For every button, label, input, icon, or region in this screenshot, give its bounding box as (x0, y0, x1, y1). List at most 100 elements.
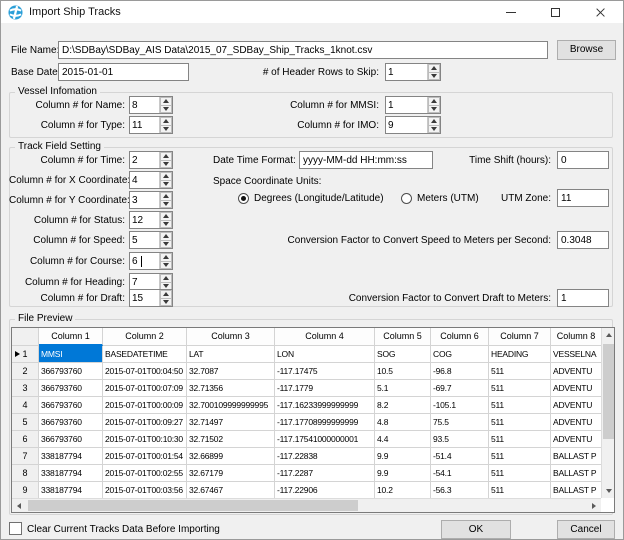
degrees-radio[interactable] (238, 193, 249, 204)
preview-cell[interactable]: 511 (489, 448, 551, 465)
preview-row-header[interactable]: 9 (12, 482, 39, 498)
preview-column-header[interactable]: Column 2 (103, 328, 187, 346)
preview-cell[interactable]: 32.71356 (187, 380, 275, 397)
preview-cell[interactable]: 366793760 (39, 414, 103, 431)
course-column-spinner[interactable] (129, 252, 173, 270)
x-column-spin-buttons[interactable] (159, 172, 172, 188)
preview-cell[interactable]: 511 (489, 363, 551, 380)
spin-up-icon[interactable] (160, 97, 172, 106)
minimize-button[interactable] (488, 1, 533, 23)
preview-cell[interactable]: 2015-07-01T00:09:27 (103, 414, 187, 431)
maximize-button[interactable] (533, 1, 578, 23)
draft-factor-input[interactable] (557, 289, 609, 307)
spin-down-icon[interactable] (160, 106, 172, 114)
spin-up-icon[interactable] (160, 152, 172, 161)
status-column-spin-buttons[interactable] (159, 212, 172, 228)
mmsi-column-spinner[interactable] (385, 96, 441, 114)
preview-cell[interactable]: -96.8 (431, 363, 489, 380)
preview-cell[interactable]: MMSI (39, 346, 103, 363)
preview-cell[interactable]: 10.5 (375, 363, 431, 380)
spin-down-icon[interactable] (160, 161, 172, 169)
preview-cell[interactable]: 338187794 (39, 465, 103, 482)
preview-row-header[interactable]: 8 (12, 465, 39, 482)
type-column-input[interactable] (130, 117, 159, 133)
horizontal-scroll-thumb[interactable] (28, 500, 358, 511)
preview-cell[interactable]: -117.1779 (275, 380, 375, 397)
spin-down-icon[interactable] (160, 262, 172, 270)
type-column-spinner[interactable] (129, 116, 173, 134)
y-column-spinner[interactable] (129, 191, 173, 209)
preview-cell[interactable]: 2015-07-01T00:01:54 (103, 448, 187, 465)
draft-column-input[interactable] (130, 290, 159, 306)
preview-cell[interactable]: 32.67179 (187, 465, 275, 482)
preview-cell[interactable]: ADVENTU (551, 363, 601, 380)
spin-down-icon[interactable] (160, 241, 172, 249)
preview-cell[interactable]: -56.3 (431, 482, 489, 498)
preview-cell[interactable]: 2015-07-01T00:00:09 (103, 397, 187, 414)
preview-cell[interactable]: -117.17475 (275, 363, 375, 380)
course-column-input[interactable] (130, 253, 159, 269)
preview-cell[interactable]: -117.22906 (275, 482, 375, 498)
spin-up-icon[interactable] (160, 212, 172, 221)
y-column-spin-buttons[interactable] (159, 192, 172, 208)
imo-column-spin-buttons[interactable] (427, 117, 440, 133)
speed-column-input[interactable] (130, 232, 159, 248)
time-shift-input[interactable] (557, 151, 609, 169)
preview-cell[interactable]: BALLAST P (551, 448, 601, 465)
preview-column-header[interactable]: Column 7 (489, 328, 551, 346)
spin-down-icon[interactable] (160, 126, 172, 134)
preview-cell[interactable]: -51.4 (431, 448, 489, 465)
spin-up-icon[interactable] (160, 290, 172, 299)
name-column-spin-buttons[interactable] (159, 97, 172, 113)
spin-down-icon[interactable] (428, 73, 440, 81)
preview-cell[interactable]: LON (275, 346, 375, 363)
preview-cell[interactable]: 32.71502 (187, 431, 275, 448)
status-column-input[interactable] (130, 212, 159, 228)
preview-cell[interactable]: BALLAST P (551, 465, 601, 482)
preview-cell[interactable]: ADVENTU (551, 397, 601, 414)
scroll-right-button[interactable] (587, 499, 601, 512)
spin-up-icon[interactable] (160, 253, 172, 262)
preview-cell[interactable]: LAT (187, 346, 275, 363)
browse-button[interactable]: Browse (557, 40, 616, 60)
preview-cell[interactable]: 2015-07-01T00:10:30 (103, 431, 187, 448)
spin-up-icon[interactable] (428, 117, 440, 126)
spin-up-icon[interactable] (428, 97, 440, 106)
time-column-spinner[interactable] (129, 151, 173, 169)
preview-row-header[interactable]: 4 (12, 397, 39, 414)
clear-tracks-checkbox[interactable] (9, 522, 22, 535)
preview-cell[interactable]: COG (431, 346, 489, 363)
preview-column-header[interactable]: Column 8 (551, 328, 601, 346)
preview-cell[interactable]: 8.2 (375, 397, 431, 414)
utm-zone-input[interactable] (557, 189, 609, 207)
preview-cell[interactable]: 75.5 (431, 414, 489, 431)
preview-corner-cell[interactable] (12, 328, 39, 346)
preview-cell[interactable]: HEADING (489, 346, 551, 363)
spin-down-icon[interactable] (160, 299, 172, 307)
preview-row-header[interactable]: 5 (12, 414, 39, 431)
spin-up-icon[interactable] (160, 172, 172, 181)
x-column-input[interactable] (130, 172, 159, 188)
spin-up-icon[interactable] (160, 232, 172, 241)
spin-up-icon[interactable] (160, 117, 172, 126)
speed-column-spin-buttons[interactable] (159, 232, 172, 248)
preview-cell[interactable]: -117.17541000000001 (275, 431, 375, 448)
preview-cell[interactable]: -117.22838 (275, 448, 375, 465)
spin-down-icon[interactable] (160, 221, 172, 229)
y-column-input[interactable] (130, 192, 159, 208)
close-button[interactable] (578, 1, 623, 23)
status-column-spinner[interactable] (129, 211, 173, 229)
heading-column-input[interactable] (130, 274, 159, 290)
preview-cell[interactable]: 511 (489, 465, 551, 482)
cancel-button[interactable]: Cancel (557, 520, 615, 539)
preview-row-header[interactable]: 7 (12, 448, 39, 465)
meters-utm-radio-label[interactable]: Meters (UTM) (417, 192, 479, 206)
name-column-spinner[interactable] (129, 96, 173, 114)
spin-down-icon[interactable] (428, 106, 440, 114)
preview-cell[interactable]: 366793760 (39, 397, 103, 414)
preview-cell[interactable]: 93.5 (431, 431, 489, 448)
meters-utm-radio[interactable] (401, 193, 412, 204)
header-rows-skip-spinner[interactable] (385, 63, 441, 81)
imo-column-input[interactable] (386, 117, 427, 133)
ok-button[interactable]: OK (441, 520, 511, 539)
